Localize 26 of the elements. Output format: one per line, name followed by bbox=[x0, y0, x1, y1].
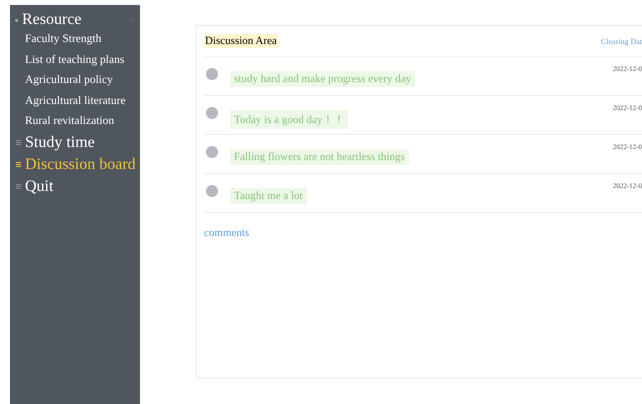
menu-group-label: Resource bbox=[22, 11, 82, 29]
menu-item-label: Discussion board bbox=[25, 154, 136, 174]
grid-icon bbox=[16, 184, 21, 189]
grid-icon bbox=[16, 162, 21, 167]
menu-item-label: Quit bbox=[25, 176, 54, 196]
submenu-item[interactable]: Agricultural policy bbox=[10, 70, 140, 90]
submenu-item[interactable]: Rural revitalization bbox=[10, 111, 140, 132]
avatar-icon bbox=[206, 107, 218, 119]
grid-icon bbox=[16, 140, 21, 145]
menu-item[interactable]: Study time bbox=[10, 132, 140, 154]
menu-group[interactable]: Resource bbox=[10, 11, 140, 29]
avatar-icon bbox=[206, 185, 218, 197]
bullet-icon bbox=[15, 18, 18, 22]
post-text: study hard and make progress every day bbox=[230, 71, 416, 87]
menu-item[interactable]: Discussion board bbox=[10, 154, 140, 176]
submenu-item[interactable]: Agricultural literature bbox=[10, 90, 140, 111]
menu-item-label: Study time bbox=[25, 132, 95, 152]
avatar-icon bbox=[206, 146, 218, 158]
post-text: Taught me a lot bbox=[230, 188, 307, 204]
submenu-item[interactable]: Faculty Strength bbox=[10, 29, 140, 50]
avatar-icon bbox=[206, 68, 218, 80]
submenu-item[interactable]: List of teaching plans bbox=[10, 50, 140, 70]
post-text: Falling flowers are not heartless things bbox=[230, 149, 409, 165]
menu-item[interactable]: Quit bbox=[10, 176, 140, 198]
panel-title: Discussion Area bbox=[204, 34, 278, 48]
post-text: Today is a good day！！ bbox=[230, 110, 348, 129]
